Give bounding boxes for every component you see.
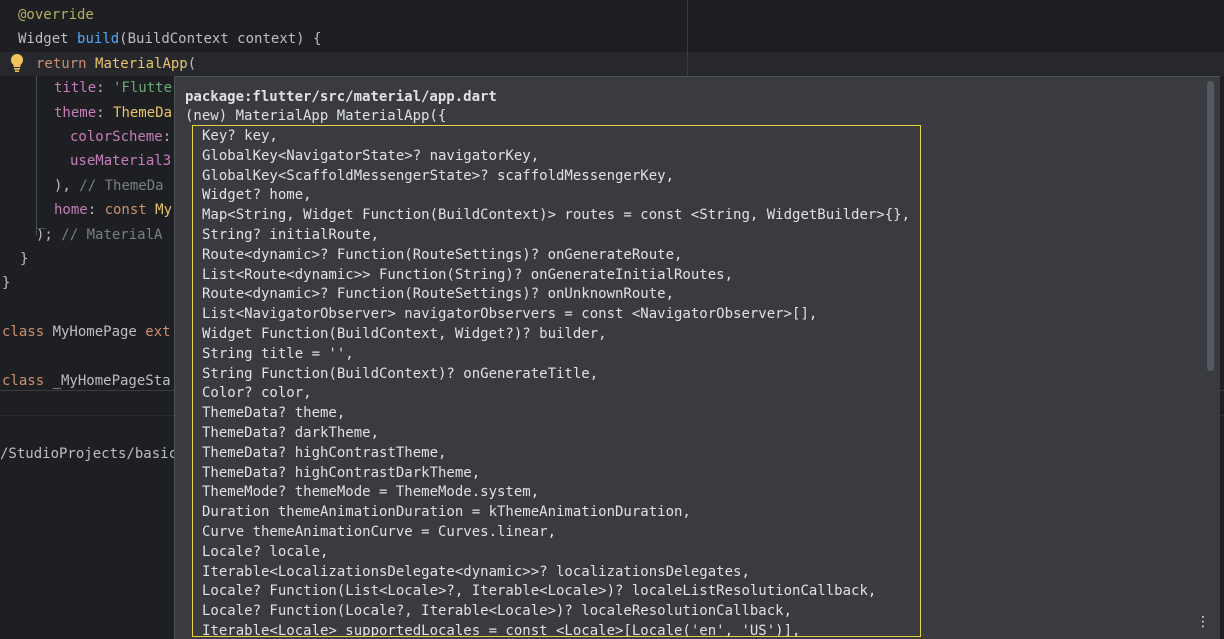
parameter-item: Color? color, [202, 385, 312, 402]
code-token: } [20, 251, 29, 267]
parameter-item: Map<String, Widget Function(BuildContext… [202, 207, 911, 224]
code-token: const [104, 202, 156, 219]
project-path: /StudioProjects/basic [0, 446, 178, 462]
code-line[interactable]: } [20, 247, 28, 271]
more-vertical-icon[interactable]: ⋮ [1196, 615, 1210, 629]
parameter-item: Locale? Function(List<Locale>?, Iterable… [202, 583, 877, 600]
parameter-item: GlobalKey<NavigatorState>? navigatorKey, [202, 147, 540, 164]
code-token: _MyHomePageSta [52, 373, 171, 389]
quick-documentation-popup[interactable]: package:flutter/src/material/app.dart (n… [174, 76, 1220, 639]
code-token: // MaterialA [61, 226, 163, 243]
parameter-item: Iterable<Locale> supportedLocales = cons… [202, 622, 801, 637]
package-path: package:flutter/src/material/app.dart [185, 89, 497, 105]
code-line[interactable]: title: 'Flutte [54, 76, 172, 100]
code-token: My [155, 202, 173, 219]
parameter-item: String? initialRoute, [202, 226, 380, 243]
constructor-signature: (new) MaterialApp MaterialApp({ [185, 108, 447, 124]
parameter-list: Key? key, GlobalKey<NavigatorState>? navi… [193, 126, 920, 637]
code-token: : [162, 129, 172, 145]
code-line[interactable]: useMaterial3 [70, 149, 171, 173]
code-line[interactable]: ), // ThemeDa [54, 174, 164, 198]
code-line[interactable]: colorScheme: [70, 125, 171, 149]
code-token: @override [18, 7, 94, 23]
code-token: ), [54, 177, 80, 194]
parameter-item: Widget? home, [202, 187, 312, 204]
code-token: : [96, 104, 114, 121]
code-line[interactable]: home: const My [54, 198, 172, 222]
parameter-item: Iterable<LocalizationsDelegate<dynamic>>… [202, 563, 750, 580]
code-token: class [2, 373, 53, 389]
code-token: ThemeDa [113, 104, 173, 121]
code-line[interactable]: ); // MaterialA [36, 223, 162, 247]
code-token: colorScheme [70, 129, 163, 145]
parameter-item: Route<dynamic>? Function(RouteSettings)?… [202, 246, 683, 263]
code-token: useMaterial3 [70, 153, 172, 170]
code-token: class [2, 324, 53, 341]
code-line[interactable]: class MyHomePage ext [2, 320, 171, 344]
indent-guide [36, 76, 37, 236]
parameter-item: String Function(BuildContext)? onGenerat… [202, 365, 599, 382]
code-token: ext [145, 324, 171, 341]
code-token: theme [54, 104, 97, 121]
code-token: : [87, 202, 105, 219]
lightbulb-icon[interactable] [10, 53, 24, 73]
code-token: MaterialApp [95, 55, 188, 72]
indent-guide-hook [36, 228, 46, 229]
parameter-item: List<Route<dynamic>> Function(String)? o… [202, 266, 734, 283]
parameter-item: Locale? Function(Locale?, Iterable<Local… [202, 603, 793, 620]
code-token: return [36, 55, 96, 72]
parameter-item: ThemeData? darkTheme, [202, 424, 380, 441]
code-token: home [54, 202, 88, 219]
code-token: : [96, 80, 114, 97]
parameter-item: Locale? locale, [202, 543, 329, 560]
parameter-item: Duration themeAnimationDuration = kTheme… [202, 504, 691, 521]
code-token: title [54, 80, 97, 97]
code-line[interactable]: return MaterialApp( [36, 52, 196, 76]
parameter-item: ThemeData? highContrastDarkTheme, [202, 464, 481, 481]
code-token: build [77, 31, 120, 48]
code-line[interactable]: Widget build(BuildContext context) { [18, 27, 321, 51]
parameter-item: String title = '', [202, 345, 354, 362]
parameter-item: Curve themeAnimationCurve = Curves.linea… [202, 523, 557, 540]
popup-scrollbar[interactable] [1207, 81, 1214, 371]
parameter-item: Route<dynamic>? Function(RouteSettings)?… [202, 286, 675, 303]
code-token: // ThemeDa [79, 177, 164, 194]
code-line[interactable]: } [2, 271, 10, 295]
parameter-item: Key? key, [202, 128, 278, 144]
code-line[interactable]: theme: ThemeDa [54, 101, 172, 125]
parameter-list-highlight: Key? key, GlobalKey<NavigatorState>? navi… [192, 125, 921, 637]
code-token: 'Flutte [113, 80, 173, 97]
parameter-item: GlobalKey<ScaffoldMessengerState>? scaff… [202, 167, 675, 184]
parameter-item: ThemeData? highContrastTheme, [202, 444, 447, 461]
code-token: MyHomePage [52, 324, 146, 341]
parameter-item: Widget Function(BuildContext, Widget?)? … [202, 325, 607, 342]
code-token: (BuildContext context) { [119, 31, 322, 48]
code-token: ( [187, 55, 197, 72]
parameter-item: List<NavigatorObserver> navigatorObserve… [202, 306, 818, 323]
code-token: Widget [18, 31, 78, 48]
parameter-item: ThemeData? theme, [202, 405, 346, 422]
code-line[interactable]: @override [18, 3, 94, 27]
code-token: } [2, 275, 11, 292]
parameter-item: ThemeMode? themeMode = ThemeMode.system, [202, 484, 540, 501]
